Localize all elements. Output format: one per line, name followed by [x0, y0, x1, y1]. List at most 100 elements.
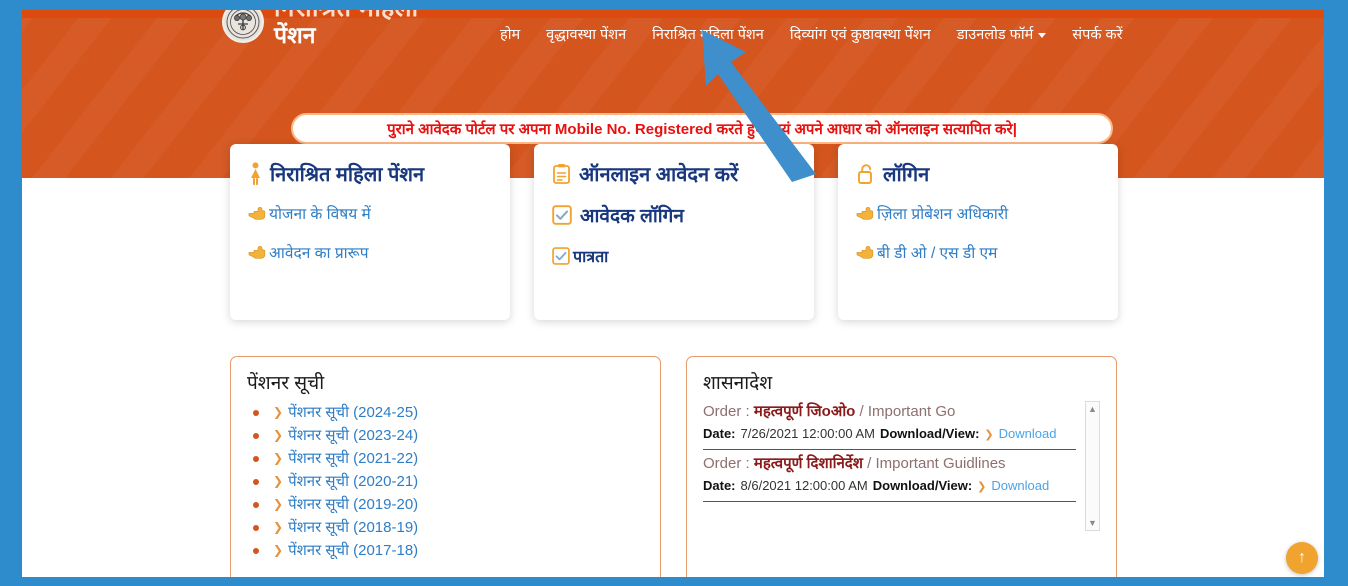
card-destitute-women-pension: निराश्रित महिला पेंशन योजना के विषय में …: [230, 144, 510, 320]
order-name-hi: महत्वपूर्ण दिशानिर्देश: [753, 455, 863, 472]
chevron-right-icon: ❯: [273, 520, 284, 534]
feature-cards: निराश्रित महिला पेंशन योजना के विषय में …: [230, 144, 1118, 320]
card-link-eligibility[interactable]: पात्रता: [552, 245, 796, 267]
card-link-about-scheme[interactable]: योजना के विषय में: [248, 202, 492, 224]
list-item: ❯ पेंशनर सूची (2018-19): [247, 516, 644, 539]
scroll-up-arrow-icon[interactable]: ▲: [1088, 402, 1097, 416]
scroll-down-arrow-icon[interactable]: ▼: [1088, 516, 1097, 530]
nav-item-label: डाउनलोड फॉर्म: [956, 27, 1034, 43]
card-link-application-format[interactable]: आवेदन का प्रारूप: [248, 241, 492, 263]
page-viewport: निराश्रित महिला पेंशन होम वृद्धावस्था पे…: [0, 0, 1348, 586]
date-label: Date:: [703, 426, 736, 441]
order-label: Order :: [703, 403, 750, 420]
nav-item-destitute-women-pension[interactable]: निराश्रित महिला पेंशन: [639, 20, 777, 48]
nav-item-label: संपर्क करें: [1072, 27, 1123, 43]
bullet-icon: [253, 478, 259, 485]
pensioner-list-link-2018-19[interactable]: पेंशनर सूची (2018-19): [288, 516, 418, 539]
order-date: 7/26/2021 12:00:00 AM: [740, 426, 875, 441]
header-top-strip: [22, 10, 1324, 18]
list-item: ❯ पेंशनर सूची (2024-25): [247, 401, 644, 424]
panel-title-pensioner-list: पेंशनर सूची: [247, 373, 325, 394]
chevron-right-icon: ❯: [273, 474, 284, 488]
chevron-right-icon: ❯: [977, 481, 987, 493]
order-download-link[interactable]: Download: [999, 423, 1057, 445]
card-link-bdo-sdm[interactable]: बी डी ओ / एस डी एम: [856, 241, 1100, 263]
order-date: 8/6/2021 12:00:00 AM: [740, 478, 868, 493]
card-title: निराश्रित महिला पेंशन: [248, 160, 492, 187]
pensioner-list-link-2020-21[interactable]: पेंशनर सूची (2020-21): [288, 470, 418, 493]
card-link-label: आवेदक लॉगिन: [580, 206, 684, 227]
list-item: ❯ पेंशनर सूची (2017-18): [247, 539, 644, 562]
brand-line-2: पेंशन: [274, 22, 316, 48]
chevron-right-icon: ❯: [273, 497, 284, 511]
government-orders-panel: शासनादेश Order : महत्वपूर्ण जिоओo / Impo…: [686, 356, 1117, 586]
checkbox-checked-icon: [552, 205, 572, 225]
nav-item-home[interactable]: होम: [487, 20, 533, 48]
bullet-icon: [253, 409, 259, 416]
card-link-label: बी डी ओ / एस डी एम: [877, 245, 998, 262]
chevron-down-icon: [1038, 32, 1047, 38]
card-title: लॉगिन: [856, 160, 1100, 187]
checkbox-checked-icon: [552, 247, 570, 265]
unlock-padlock-icon: [856, 163, 876, 185]
site-brand[interactable]: निराश्रित महिला पेंशन: [222, 10, 419, 47]
pensioner-list-link-2021-22[interactable]: पेंशनर सूची (2021-22): [288, 447, 418, 470]
bullet-icon: [253, 432, 259, 439]
bullet-icon: [253, 501, 259, 508]
card-link-label: पात्रता: [573, 249, 609, 266]
card-title-label: लॉगिन: [883, 164, 930, 186]
pointing-hand-icon: [856, 206, 874, 221]
bullet-icon: [253, 524, 259, 531]
page-frame-bottom: [0, 577, 1348, 586]
order-name-hi: महत्वपूर्ण जिоओo: [753, 403, 856, 420]
nav-item-download-forms[interactable]: डाउनलोड फॉर्म: [944, 20, 1060, 48]
main-navigation: होम वृद्धावस्था पेंशन निराश्रित महिला पे…: [487, 20, 1136, 48]
card-link-district-probation-officer[interactable]: ज़िला प्रोबेशन अधिकारी: [856, 202, 1100, 224]
pensioner-list-link-2019-20[interactable]: पेंशनर सूची (2019-20): [288, 493, 418, 516]
pensioner-list-link-2023-24[interactable]: पेंशनर सूची (2023-24): [288, 424, 418, 447]
order-title: Order : महत्वपूर्ण जिоओo / Important Go: [703, 401, 1076, 423]
nav-item-label: दिव्यांग एवं कुष्ठावस्था पेंशन: [789, 27, 931, 43]
card-link-applicant-login[interactable]: आवेदक लॉगिन: [552, 202, 796, 228]
chevron-right-icon: ❯: [984, 429, 994, 441]
scroll-to-top-button[interactable]: ↑: [1286, 542, 1318, 574]
pointing-hand-icon: [248, 206, 266, 221]
nav-item-disabled-leprosy-pension[interactable]: दिव्यांग एवं कुष्ठावस्था पेंशन: [777, 20, 944, 48]
card-link-label: योजना के विषय में: [269, 206, 371, 223]
orders-vertical-scrollbar[interactable]: ▲ ▼: [1085, 401, 1100, 531]
page-frame-top: [0, 0, 1348, 10]
card-login: लॉगिन ज़िला प्रोबेशन अधिकारी बी डी ओ / ए…: [838, 144, 1118, 320]
card-online-application: ऑनलाइन आवेदन करें आवेदक लॉगिन पात्रता: [534, 144, 814, 320]
order-row: Order : महत्वपूर्ण जिоओo / Important Go …: [703, 401, 1076, 450]
brand-line-1: निराश्रित महिला: [274, 10, 419, 21]
chevron-right-icon: ❯: [273, 451, 284, 465]
pensioner-list-link-2024-25[interactable]: पेंशनर सूची (2024-25): [288, 401, 418, 424]
card-link-label: ज़िला प्रोबेशन अधिकारी: [877, 206, 1009, 223]
order-label: Order :: [703, 455, 750, 472]
notice-marquee: पुराने आवेदक पोर्टल पर अपना Mobile No. R…: [291, 113, 1113, 144]
pensioner-list-link-2017-18[interactable]: पेंशनर सूची (2017-18): [288, 539, 418, 562]
list-item: ❯ पेंशनर सूची (2023-24): [247, 424, 644, 447]
order-download-link[interactable]: Download: [991, 475, 1049, 497]
nav-item-label: निराश्रित महिला पेंशन: [652, 27, 764, 43]
pointing-hand-icon: [856, 245, 874, 260]
clipboard-form-icon: [552, 163, 572, 185]
order-title: Order : महत्वपूर्ण दिशानिर्देश / Importa…: [703, 453, 1076, 475]
card-title: ऑनलाइन आवेदन करें: [552, 160, 796, 187]
ashoka-emblem-icon: [222, 10, 264, 43]
download-view-label: Download/View:: [879, 426, 980, 441]
nav-item-label: होम: [500, 27, 521, 43]
woman-figure-icon: [248, 161, 263, 186]
nav-item-old-age-pension[interactable]: वृद्धावस्था पेंशन: [533, 20, 639, 48]
nav-item-contact-us[interactable]: संपर्क करें: [1059, 20, 1135, 48]
brand-text: निराश्रित महिला पेंशन: [274, 10, 419, 47]
list-item: ❯ पेंशनर सूची (2021-22): [247, 447, 644, 470]
list-item: ❯ पेंशनर सूची (2020-21): [247, 470, 644, 493]
order-separator: /: [867, 455, 872, 472]
order-name-en: Important Go: [867, 403, 956, 420]
chevron-right-icon: ❯: [273, 428, 284, 442]
nav-item-label: वृद्धावस्था पेंशन: [546, 27, 627, 43]
bullet-icon: [253, 547, 259, 554]
scroll-to-top-arrow-icon: ↑: [1298, 549, 1306, 566]
card-title-label: ऑनलाइन आवेदन करें: [579, 164, 739, 186]
